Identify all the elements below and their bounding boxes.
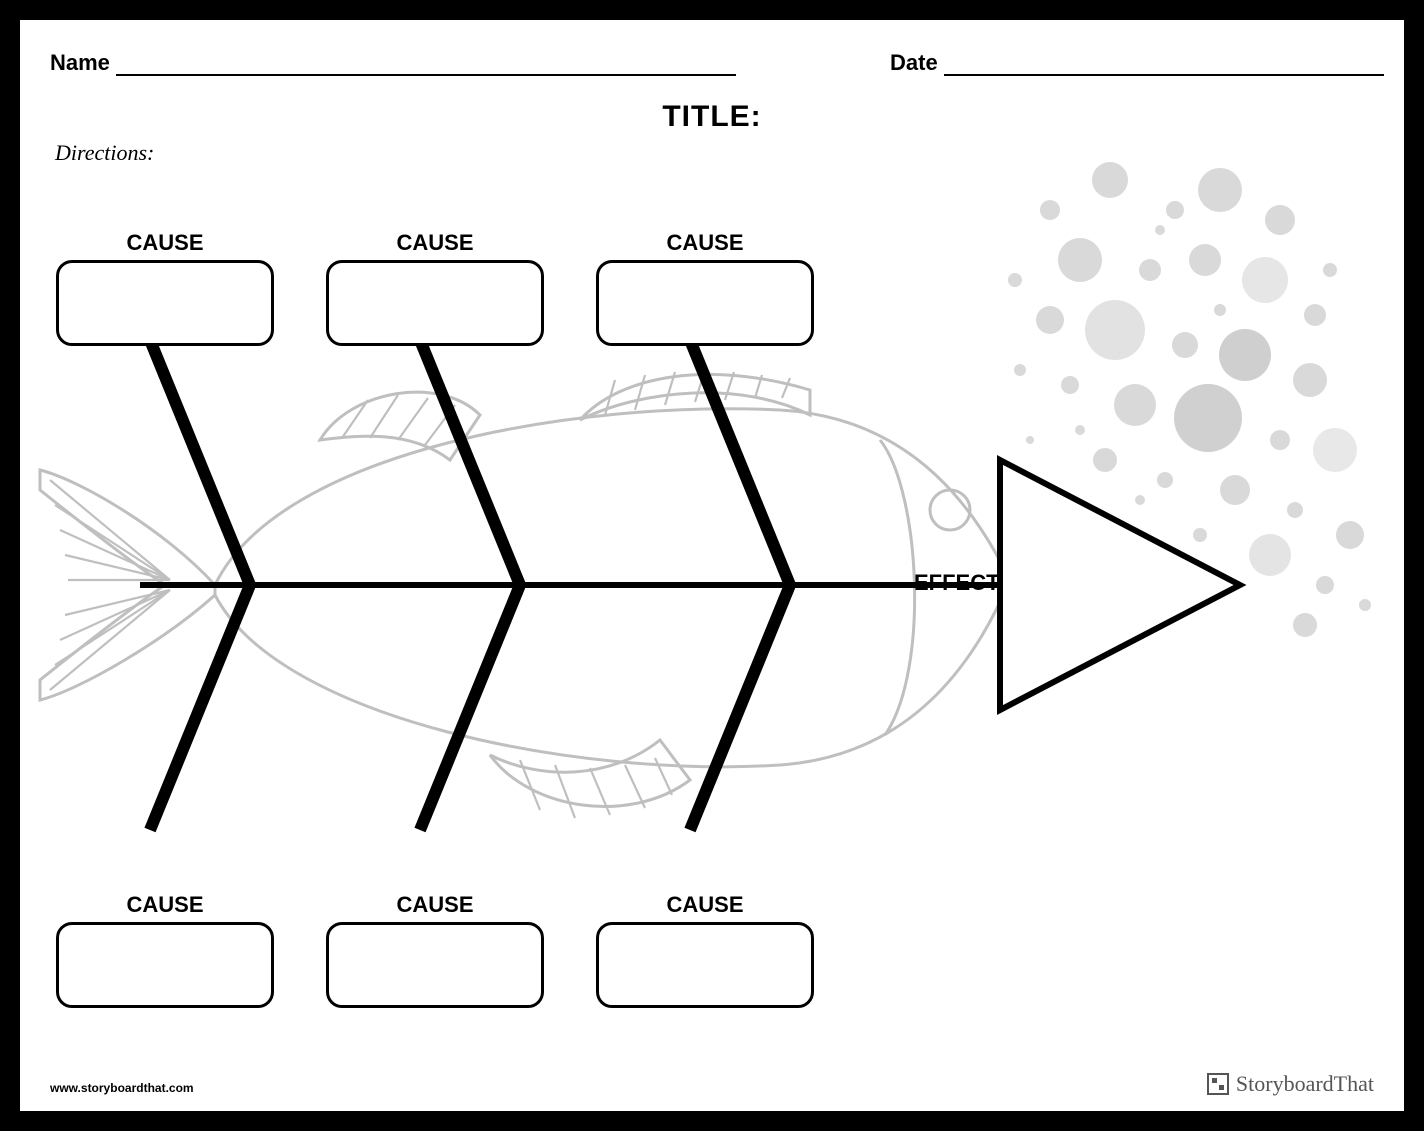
cause-label-bottom-1: CAUSE [115,892,215,918]
cause-label-bottom-2: CAUSE [385,892,485,918]
cause-box-bottom-2[interactable] [326,922,544,1008]
cause-label-top-2: CAUSE [385,230,485,256]
cause-box-bottom-1[interactable] [56,922,274,1008]
cause-box-top-1[interactable] [56,260,274,346]
cause-label-top-3: CAUSE [655,230,755,256]
cause-box-bottom-3[interactable] [596,922,814,1008]
footer-brand-text: StoryboardThat [1236,1071,1374,1097]
effect-label: EFFECT: [914,570,1004,596]
footer-url: www.storyboardthat.com [50,1081,194,1095]
cause-box-top-3[interactable] [596,260,814,346]
worksheet-sheet: Name Date TITLE: Directions: [20,20,1404,1111]
cause-box-top-2[interactable] [326,260,544,346]
cause-label-bottom-3: CAUSE [655,892,755,918]
storyboard-logo-icon [1206,1072,1230,1096]
footer-brand: StoryboardThat [1206,1071,1374,1097]
page-outer: Name Date TITLE: Directions: [0,0,1424,1131]
cause-label-top-1: CAUSE [115,230,215,256]
